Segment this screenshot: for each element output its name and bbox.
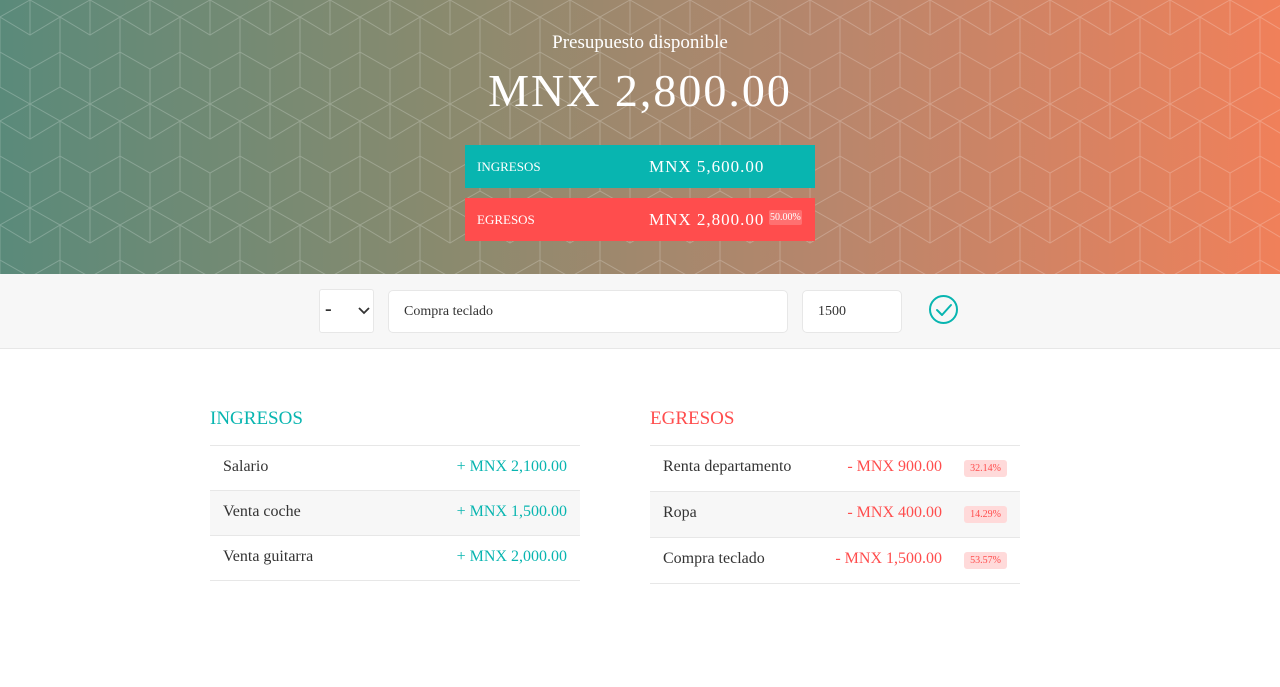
income-item: Venta coche + MNX 1,500.00: [210, 491, 580, 536]
expense-list: Egresos Renta departamento - MNX 900.00 …: [650, 408, 1020, 584]
income-item: Venta guitarra + MNX 2,000.00: [210, 536, 580, 581]
budget-header: Presupuesto disponible MNX 2,800.00 Ingr…: [0, 0, 1280, 274]
budget-total-value: MNX 2,800.00: [488, 65, 792, 116]
check-circle-icon: [929, 295, 958, 324]
income-list-title: Ingresos: [210, 408, 580, 446]
expense-item-value: - MNX 1,500.00: [835, 550, 942, 567]
expense-item-description: Ropa: [663, 504, 697, 521]
expense-item-percentage: 14.29%: [964, 506, 1007, 523]
expense-item-value: - MNX 400.00: [847, 504, 942, 521]
expense-item-percentage: 32.14%: [964, 460, 1007, 477]
expense-item: Renta departamento - MNX 900.00 32.14%: [650, 446, 1020, 492]
expense-item-value: - MNX 900.00: [847, 458, 942, 475]
expense-summary-label: Egresos: [477, 211, 535, 227]
income-summary: Ingresos MNX 5,600.00: [465, 145, 815, 188]
income-item-value: + MNX 1,500.00: [456, 503, 567, 520]
add-item-button[interactable]: [928, 294, 959, 325]
expense-item: Ropa - MNX 400.00 14.29%: [650, 492, 1020, 538]
income-summary-value: MNX 5,600.00: [649, 156, 765, 176]
budget-title: Presupuesto disponible: [552, 32, 728, 53]
income-item-description: Venta coche: [223, 503, 301, 520]
expense-item-percentage: 53.57%: [964, 552, 1007, 569]
type-select-value: -: [325, 298, 332, 320]
income-item: Salario + MNX 2,100.00: [210, 446, 580, 491]
income-item-description: Venta guitarra: [223, 548, 314, 565]
expense-summary-percentage: 50.00%: [769, 210, 802, 225]
description-input[interactable]: [388, 290, 788, 333]
expense-summary: Egresos MNX 2,800.00 50.00%: [465, 198, 815, 241]
type-select[interactable]: -: [319, 289, 374, 333]
amount-input[interactable]: [802, 290, 902, 333]
chevron-down-icon: [358, 307, 370, 315]
expense-item-description: Compra teclado: [663, 550, 765, 567]
add-item-bar: -: [0, 274, 1280, 349]
expense-item-description: Renta departamento: [663, 458, 792, 475]
income-list: Ingresos Salario + MNX 2,100.00 Venta co…: [210, 408, 580, 581]
expense-summary-value: MNX 2,800.00: [649, 209, 765, 229]
income-item-description: Salario: [223, 458, 269, 475]
expense-item: Compra teclado - MNX 1,500.00 53.57%: [650, 538, 1020, 584]
expense-list-title: Egresos: [650, 408, 1020, 446]
income-item-value: + MNX 2,100.00: [456, 458, 567, 475]
income-summary-label: Ingresos: [477, 158, 541, 174]
income-item-value: + MNX 2,000.00: [456, 548, 567, 565]
